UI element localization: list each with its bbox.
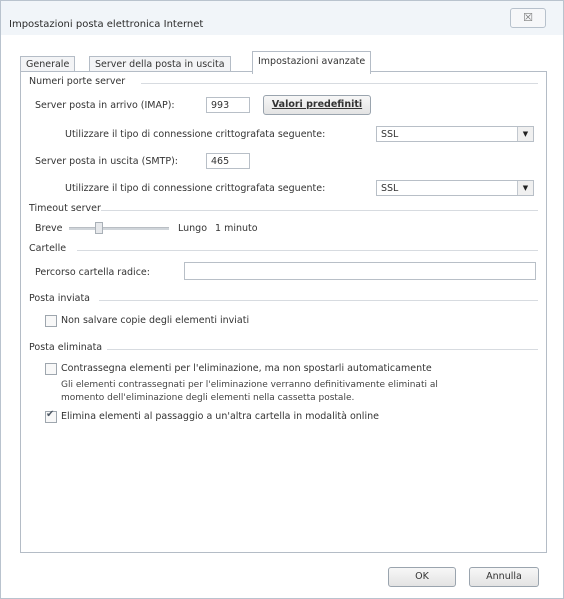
ok-button-label: OK — [415, 571, 429, 582]
purge-items-checkbox[interactable] — [45, 409, 57, 423]
divider — [77, 250, 538, 251]
defaults-button-label: Valori predefiniti — [271, 99, 363, 110]
chevron-down-icon: ▼ — [517, 127, 533, 141]
sent-group-title: Posta inviata — [29, 293, 91, 304]
timeout-short-label: Breve — [35, 223, 63, 234]
smtp-port-value: 465 — [211, 156, 230, 167]
tab-impostazioni-avanzate[interactable]: Impostazioni avanzate — [252, 51, 372, 74]
timeout-value: 1 minuto — [215, 223, 258, 234]
folders-group-title: Cartelle — [29, 243, 67, 254]
imap-encryption-label: Utilizzare il tipo di connessione critto… — [65, 129, 326, 140]
close-button[interactable]: ☒ — [510, 8, 546, 28]
chevron-down-icon: ▼ — [517, 181, 533, 195]
imap-encryption-value: SSL — [381, 129, 399, 140]
cancel-button-label: Annulla — [486, 571, 522, 582]
root-path-label: Percorso cartella radice: — [35, 267, 150, 278]
ok-button[interactable]: OK — [388, 567, 456, 587]
divider — [141, 83, 538, 84]
timeout-slider-thumb[interactable] — [95, 222, 103, 234]
no-copy-label: Non salvare copie degli elementi inviati — [61, 315, 250, 326]
smtp-encryption-select[interactable]: SSL ▼ — [376, 180, 534, 196]
deletion-note-line1: Gli elementi contrassegnati per l'elimin… — [61, 380, 438, 390]
imap-port-input[interactable]: 993 — [206, 97, 250, 113]
cancel-button[interactable]: Annulla — [469, 567, 539, 587]
imap-port-value: 993 — [211, 100, 230, 111]
window-title: Impostazioni posta elettronica Internet — [9, 19, 204, 30]
dialog-window: Impostazioni posta elettronica Internet … — [0, 0, 564, 599]
close-icon: ☒ — [523, 11, 533, 24]
timeout-group-title: Timeout server — [29, 203, 101, 214]
advanced-settings-panel: Numeri porte server Server posta in arri… — [20, 71, 547, 553]
timeout-long-label: Lungo — [178, 223, 208, 234]
imap-port-label: Server posta in arrivo (IMAP): — [35, 100, 175, 111]
root-path-input[interactable] — [184, 262, 536, 280]
imap-encryption-select[interactable]: SSL ▼ — [376, 126, 534, 142]
title-bar: Impostazioni posta elettronica Internet … — [1, 1, 563, 35]
mark-for-deletion-label: Contrassegna elementi per l'eliminazione… — [61, 363, 432, 374]
smtp-encryption-label: Utilizzare il tipo di connessione critto… — [65, 183, 326, 194]
server-ports-group-title: Numeri porte server — [29, 76, 126, 87]
smtp-port-input[interactable]: 465 — [206, 153, 250, 169]
deletion-note-line2: momento dell'eliminazione degli elementi… — [61, 393, 355, 403]
smtp-port-label: Server posta in uscita (SMTP): — [35, 156, 178, 167]
timeout-slider-track[interactable] — [69, 227, 169, 230]
purge-items-label: Elimina elementi al passaggio a un'altra… — [61, 411, 379, 422]
divider — [99, 300, 538, 301]
divider — [107, 349, 538, 350]
deleted-group-title: Posta eliminata — [29, 342, 103, 353]
divider — [101, 210, 538, 211]
smtp-encryption-value: SSL — [381, 183, 399, 194]
defaults-button[interactable]: Valori predefiniti — [263, 95, 371, 115]
no-copy-checkbox[interactable] — [45, 315, 57, 327]
mark-for-deletion-checkbox[interactable] — [45, 363, 57, 375]
